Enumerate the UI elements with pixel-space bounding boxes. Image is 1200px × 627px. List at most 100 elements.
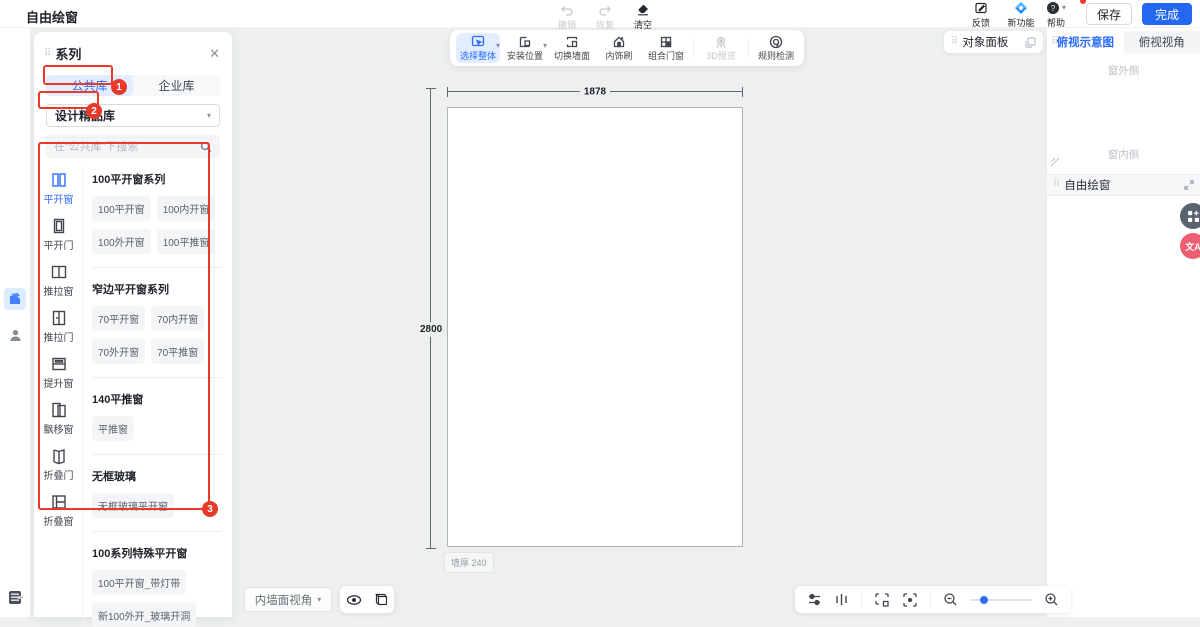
series-item[interactable]: 新100外开_玻璃开洞 (92, 603, 196, 627)
toolbar-divider (861, 592, 862, 608)
switch-wall-button[interactable]: 切换墙面 (550, 33, 594, 63)
zoom-slider[interactable] (970, 599, 1032, 601)
series-item[interactable]: 100平开窗 (92, 196, 151, 221)
category-sliding-window[interactable]: 推拉窗 (34, 263, 83, 298)
series-item[interactable]: 70内开窗 (151, 306, 204, 331)
main-toolbar: 选择整体 ▾ 安装位置 ▾ 切换墙面 内饰刷 组合门窗 3D预览 规则检测 (450, 30, 804, 66)
rail-catalog-button[interactable] (4, 586, 26, 608)
combined-doors-windows-button[interactable]: 组合门窗 (644, 33, 688, 63)
series-item[interactable]: 70外开窗 (92, 339, 145, 364)
group-title: 140平推窗 (92, 391, 222, 407)
object-panel[interactable]: ⠿ 对象面板 (944, 31, 1043, 53)
new-features-button[interactable]: 新功能 (1006, 0, 1036, 29)
drag-handle-icon[interactable]: ⠿ (951, 37, 957, 47)
zoom-out-icon[interactable] (943, 592, 958, 607)
interior-brush-button[interactable]: 内饰刷 (597, 33, 641, 63)
category-label: 折叠窗 (44, 513, 74, 528)
series-group-list: 100平开窗系列 100平开窗 100内开窗 100外开窗 100平推窗 窄边平… (84, 167, 232, 627)
category-casement-window[interactable]: 平开窗 (34, 171, 83, 206)
group-title: 无框玻璃 (92, 468, 222, 484)
library-dropdown[interactable]: 设计精品库 ▾ (46, 104, 220, 127)
category-casement-door[interactable]: 平开门 (34, 217, 83, 252)
series-item[interactable]: 70平开窗 (92, 306, 145, 331)
combined-doors-windows-label: 组合门窗 (648, 49, 684, 62)
feedback-icon (974, 1, 988, 15)
help-button[interactable]: ? ▾ 帮助 (1046, 0, 1076, 29)
folding-window-icon (50, 493, 68, 511)
drag-handle-icon[interactable]: ⠿ (44, 49, 50, 59)
view-tabs: ⠿ 俯视示意图 俯视视角 (1047, 31, 1200, 53)
resize-handle-icon[interactable] (1050, 157, 1060, 167)
series-panel-body: 平开窗 平开门 推拉窗 推拉门 提升窗 飘移窗 (34, 167, 232, 627)
feedback-button[interactable]: 反馈 (966, 0, 996, 29)
undo-button[interactable]: 撤销 (552, 1, 582, 31)
layers-toggle-icon[interactable] (807, 592, 822, 607)
marquee-select-icon[interactable] (874, 592, 890, 608)
rail-account-button[interactable] (4, 324, 26, 346)
save-button[interactable]: 保存 (1086, 3, 1132, 25)
expand-panel-icon[interactable] (1025, 37, 1036, 48)
category-folding-door[interactable]: 折叠门 (34, 447, 83, 482)
interior-brush-label: 内饰刷 (605, 49, 632, 62)
view-mode-value: 内墙面视角 (255, 592, 313, 608)
view-mode-dropdown[interactable]: 内墙面视角 ▾ (244, 587, 332, 612)
clear-button[interactable]: 清空 (628, 1, 658, 31)
tab-top-view[interactable]: 俯视视角 (1124, 31, 1200, 53)
preview-3d-icon (714, 35, 728, 49)
page-title: 自由绘窗 (26, 7, 78, 26)
category-label: 平开门 (44, 237, 74, 252)
translate-fab[interactable]: 文A (1180, 233, 1200, 259)
preview-3d-button[interactable]: 3D预览 (699, 33, 743, 63)
series-item[interactable]: 100平推窗 (157, 229, 216, 254)
toolbar-divider (748, 39, 749, 57)
chevron-down-icon: ▾ (317, 596, 321, 604)
search-icon[interactable] (200, 141, 212, 153)
drag-handle-icon[interactable]: ⠿ (1051, 37, 1057, 47)
series-item[interactable]: 平推窗 (92, 416, 134, 441)
canvas-controls-toolbar (795, 586, 1071, 613)
casement-door-icon (50, 217, 68, 235)
zoom-slider-handle[interactable] (980, 596, 988, 604)
select-whole-button[interactable]: 选择整体 ▾ (456, 33, 500, 63)
eraser-icon (636, 3, 650, 17)
series-panel: ⠿ 系列 ✕ 公共库 企业库 设计精品库 ▾ 平开窗 平开门 推拉窗 (34, 32, 232, 617)
finish-button[interactable]: 完成 (1142, 3, 1192, 25)
annotation-step-2: 2 (86, 103, 102, 119)
series-group: 窄边平开窗系列 70平开窗 70内开窗 70外开窗 70平推窗 (92, 267, 222, 364)
clear-label: 清空 (634, 18, 652, 31)
tab-enterprise-library[interactable]: 企业库 (133, 75, 220, 96)
focus-fit-icon[interactable] (902, 592, 918, 608)
redo-button[interactable]: 恢复 (590, 1, 620, 31)
series-item[interactable]: 70平推窗 (151, 339, 204, 364)
rule-check-label: 规则检测 (758, 49, 794, 62)
widget-add-fab[interactable] (1180, 203, 1200, 229)
series-item[interactable]: 100平开窗_带灯带 (92, 570, 186, 595)
expand-arrows-icon[interactable] (1184, 180, 1194, 190)
cube-icon[interactable] (374, 592, 389, 607)
series-item[interactable]: 100内开窗 (157, 196, 216, 221)
annotation-step-1: 1 (111, 79, 127, 95)
select-whole-label: 选择整体 (460, 49, 496, 62)
search-input[interactable] (54, 141, 200, 153)
install-position-button[interactable]: 安装位置 ▾ (503, 33, 547, 63)
eye-icon[interactable] (346, 592, 362, 608)
sliding-door-icon (50, 309, 68, 327)
distribute-columns-icon[interactable] (834, 592, 849, 607)
category-sliding-door[interactable]: 推拉门 (34, 309, 83, 344)
category-lifting-window[interactable]: 提升窗 (34, 355, 83, 390)
series-group: 100系列特殊平开窗 100平开窗_带灯带 新100外开_玻璃开洞 100内开窗… (92, 531, 222, 627)
category-folding-window[interactable]: 折叠窗 (34, 493, 83, 528)
dimension-height-value: 2800 (419, 322, 443, 337)
rail-draw-tool-button[interactable] (4, 288, 26, 310)
undo-label: 撤销 (558, 18, 576, 31)
zoom-in-icon[interactable] (1044, 592, 1059, 607)
rule-check-button[interactable]: 规则检测 (754, 33, 798, 63)
category-drift-window[interactable]: 飘移窗 (34, 401, 83, 436)
drag-handle-icon[interactable]: ⠿ (1053, 180, 1059, 190)
close-icon[interactable]: ✕ (209, 46, 220, 62)
library-tabs: 公共库 企业库 (46, 75, 220, 96)
window-frame-canvas[interactable] (447, 107, 743, 547)
tab-top-schematic[interactable]: 俯视示意图 (1047, 31, 1124, 53)
series-item[interactable]: 无框玻璃平开窗 (92, 493, 174, 518)
series-item[interactable]: 100外开窗 (92, 229, 151, 254)
